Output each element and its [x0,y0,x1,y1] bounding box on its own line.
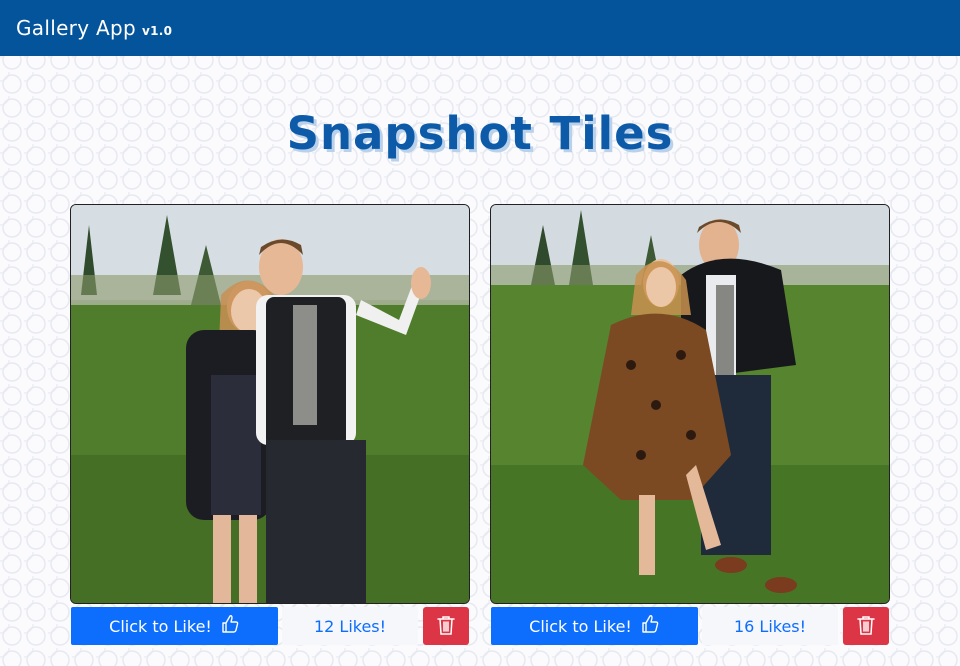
like-button[interactable]: Click to Like! [71,607,278,645]
thumbs-up-icon [640,614,660,638]
trash-icon [857,615,875,638]
delete-button[interactable] [423,607,469,645]
photo-tile: Click to Like! 16 Likes! [490,204,890,645]
tile-actions: Click to Like! 12 Likes! [70,607,470,645]
tile-actions: Click to Like! 16 Likes! [490,607,890,645]
thumbs-up-icon [220,614,240,638]
trash-icon [437,615,455,638]
top-navbar: Gallery App v1.0 [0,0,960,56]
like-button[interactable]: Click to Like! [491,607,698,645]
brand[interactable]: Gallery App v1.0 [16,16,172,40]
delete-button[interactable] [843,607,889,645]
version-label: v1.0 [141,24,173,38]
like-button-label: Click to Like! [529,616,632,636]
likes-count: 12 Likes! [282,607,418,645]
page-title: Snapshot Tiles [286,107,674,160]
likes-count: 16 Likes! [702,607,838,645]
photo-image [490,204,890,604]
photo-tile: Click to Like! 12 Likes! [70,204,470,645]
photo-image [70,204,470,604]
brand-name: Gallery App [16,16,136,40]
like-button-label: Click to Like! [109,616,212,636]
